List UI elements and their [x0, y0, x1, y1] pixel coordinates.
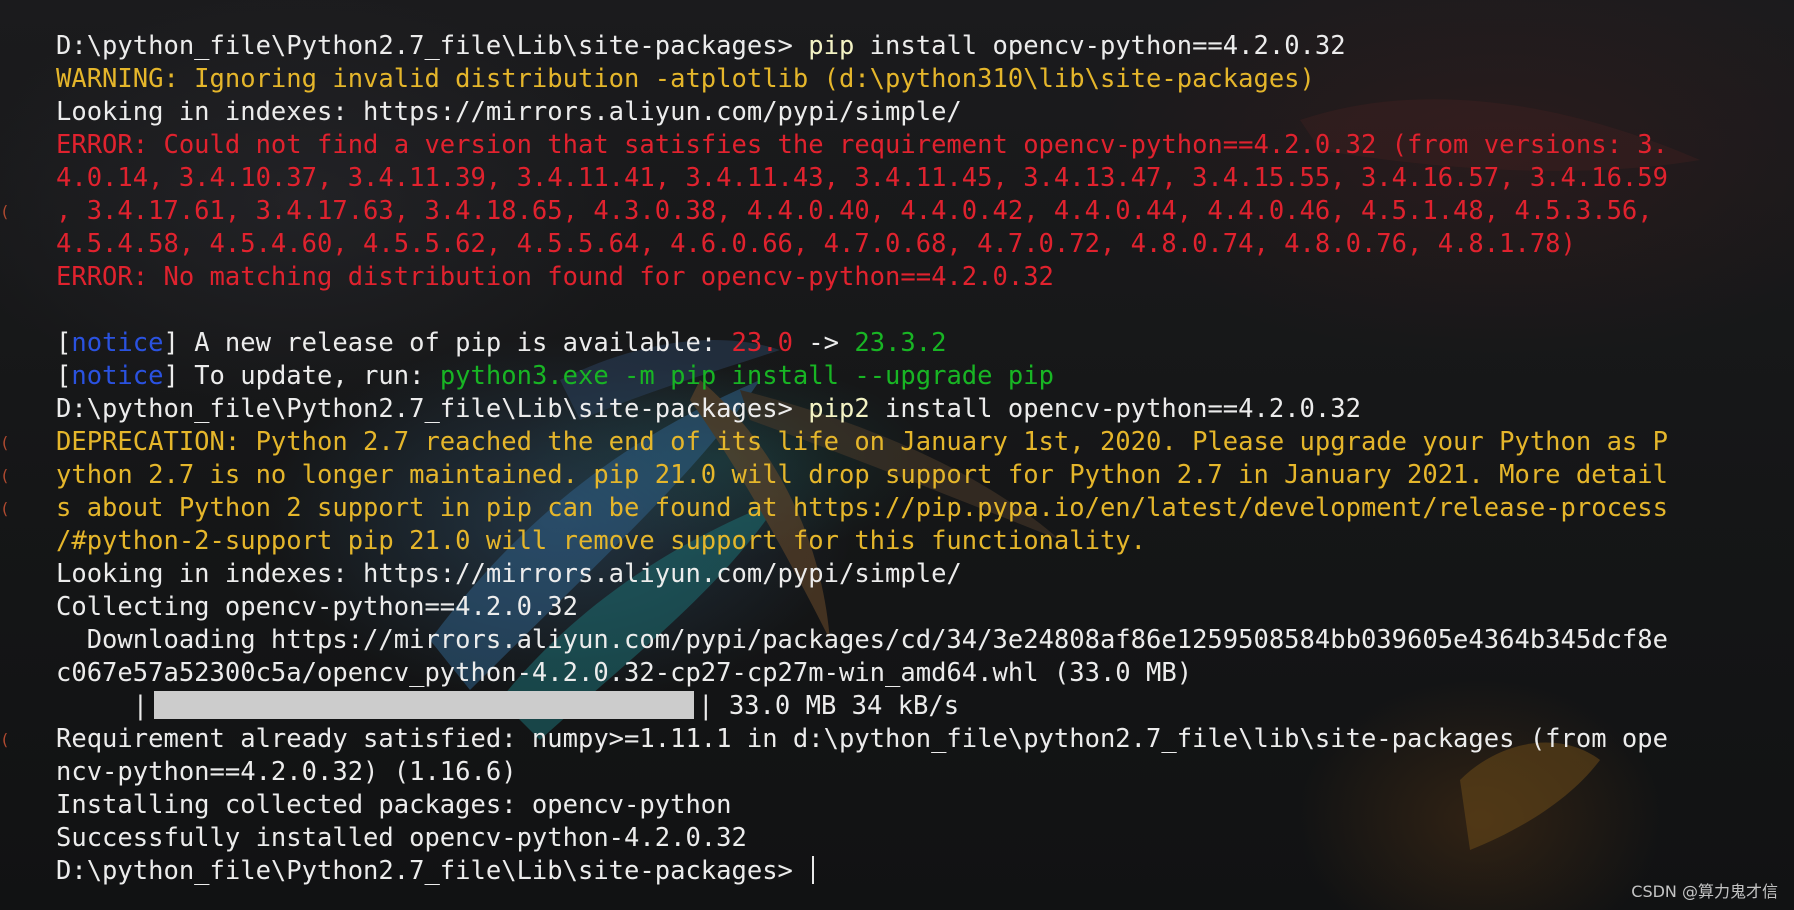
terminal-line: D:\python_file\Python2.7_file\Lib\site-p…	[56, 855, 1794, 888]
terminal-line: WARNING: Ignoring invalid distribution -…	[56, 63, 1794, 96]
terminal-text: ncv-python==4.2.0.32) (1.16.6)	[56, 757, 517, 787]
download-progress-fill	[154, 691, 695, 719]
terminal-text: 23.0	[731, 328, 793, 358]
edge-glyph: (	[0, 433, 10, 452]
terminal-text: D:\python_file\Python2.7_file\Lib\site-p…	[56, 856, 809, 886]
terminal-line: 4.0.14, 3.4.10.37, 3.4.11.39, 3.4.11.41,…	[56, 162, 1794, 195]
terminal-line: Downloading https://mirrors.aliyun.com/p…	[56, 624, 1794, 657]
terminal-line: Collecting opencv-python==4.2.0.32	[56, 591, 1794, 624]
terminal-text: | 33.0 MB 34 kB/s	[698, 691, 960, 721]
terminal-line: Installing collected packages: opencv-py…	[56, 789, 1794, 822]
terminal-line: ERROR: No matching distribution found fo…	[56, 261, 1794, 294]
terminal-text: ERROR: Could not find a version that sat…	[56, 130, 1668, 160]
edge-glyph	[0, 162, 8, 195]
edge-glyph	[0, 294, 8, 327]
terminal-text: ] To update, run:	[163, 361, 440, 391]
terminal-text: [	[56, 328, 72, 358]
terminal-text: , 3.4.17.61, 3.4.17.63, 3.4.18.65, 4.3.0…	[56, 196, 1668, 226]
terminal-line: ython 2.7 is no longer maintained. pip 2…	[56, 459, 1794, 492]
edge-glyph	[0, 690, 8, 723]
edge-glyph	[0, 261, 8, 294]
edge-glyph	[0, 657, 8, 690]
terminal-line: Requirement already satisfied: numpy>=1.…	[56, 723, 1794, 756]
terminal-line: Looking in indexes: https://mirrors.aliy…	[56, 558, 1794, 591]
terminal-line: c067e57a52300c5a/opencv_python-4.2.0.32-…	[56, 657, 1794, 690]
terminal-text: install opencv-python==4.2.0.32	[854, 31, 1346, 61]
terminal-text: |	[56, 691, 149, 721]
terminal-text: Collecting opencv-python==4.2.0.32	[56, 592, 578, 622]
edge-glyph	[0, 63, 8, 96]
terminal-text: notice	[71, 328, 164, 358]
edge-glyph: (	[0, 730, 10, 749]
edge-glyph	[0, 855, 8, 888]
terminal-text: /#python-2-support pip 21.0 will remove …	[56, 526, 1147, 556]
terminal-text: pip2	[808, 394, 870, 424]
terminal-text: Looking in indexes: https://mirrors.aliy…	[56, 97, 962, 127]
terminal-window[interactable]: ( ( ( ( ( D:\python_file\Python2.7_file\Lib\…	[0, 0, 1794, 910]
terminal-text: ] A new release of pip is available:	[163, 328, 732, 358]
edge-glyph	[0, 327, 8, 360]
edge-glyph	[0, 624, 8, 657]
terminal-line: ncv-python==4.2.0.32) (1.16.6)	[56, 756, 1794, 789]
terminal-line: /#python-2-support pip 21.0 will remove …	[56, 525, 1794, 558]
edge-glyph: (	[0, 202, 10, 221]
terminal-text: c067e57a52300c5a/opencv_python-4.2.0.32-…	[56, 658, 1193, 688]
edge-glyph	[0, 360, 8, 393]
download-progress-bar	[154, 691, 695, 719]
edge-glyph: (	[0, 466, 10, 485]
terminal-line: ERROR: Could not find a version that sat…	[56, 129, 1794, 162]
edge-glyph	[0, 129, 8, 162]
terminal-text: Looking in indexes: https://mirrors.aliy…	[56, 559, 962, 589]
edge-glyph	[0, 393, 8, 426]
terminal-text: D:\python_file\Python2.7_file\Lib\site-p…	[56, 31, 809, 61]
terminal-text: [	[56, 361, 72, 391]
edge-glyph	[0, 228, 8, 261]
terminal-text: 4.5.4.58, 4.5.4.60, 4.5.5.62, 4.5.5.64, …	[56, 229, 1576, 259]
terminal-text: Downloading https://mirrors.aliyun.com/p…	[56, 625, 1668, 655]
terminal-text: install opencv-python==4.2.0.32	[869, 394, 1361, 424]
terminal-line: 4.5.4.58, 4.5.4.60, 4.5.5.62, 4.5.5.64, …	[56, 228, 1794, 261]
terminal-text: Installing collected packages: opencv-py…	[56, 790, 732, 820]
edge-glyph-column: ( ( ( ( (	[0, 30, 10, 888]
terminal-text: pip	[808, 31, 855, 61]
terminal-line: D:\python_file\Python2.7_file\Lib\site-p…	[56, 393, 1794, 426]
terminal-text: ython 2.7 is no longer maintained. pip 2…	[56, 460, 1668, 490]
terminal-line: DEPRECATION: Python 2.7 reached the end …	[56, 426, 1794, 459]
terminal-text: D:\python_file\Python2.7_file\Lib\site-p…	[56, 394, 809, 424]
terminal-output[interactable]: D:\python_file\Python2.7_file\Lib\site-p…	[56, 30, 1794, 888]
terminal-line: [notice] A new release of pip is availab…	[56, 327, 1794, 360]
terminal-text: Successfully installed opencv-python-4.2…	[56, 823, 747, 853]
edge-glyph	[0, 558, 8, 591]
edge-glyph	[0, 525, 8, 558]
edge-glyph	[0, 756, 8, 789]
terminal-line: Looking in indexes: https://mirrors.aliy…	[56, 96, 1794, 129]
watermark: CSDN @算力鬼才信	[1631, 882, 1778, 901]
terminal-text: Requirement already satisfied: numpy>=1.…	[56, 724, 1668, 754]
edge-glyph	[0, 30, 8, 63]
terminal-text: DEPRECATION: Python 2.7 reached the end …	[56, 427, 1668, 457]
edge-glyph	[0, 96, 8, 129]
terminal-line: s about Python 2 support in pip can be f…	[56, 492, 1794, 525]
edge-glyph	[0, 789, 8, 822]
terminal-line: D:\python_file\Python2.7_file\Lib\site-p…	[56, 30, 1794, 63]
terminal-line: Successfully installed opencv-python-4.2…	[56, 822, 1794, 855]
terminal-line: , 3.4.17.61, 3.4.17.63, 3.4.18.65, 4.3.0…	[56, 195, 1794, 228]
terminal-text: s about Python 2 support in pip can be f…	[56, 493, 1668, 523]
text-cursor[interactable]	[812, 856, 815, 884]
edge-glyph	[0, 822, 8, 855]
terminal-text: 23.3.2	[854, 328, 947, 358]
terminal-text: ERROR: No matching distribution found fo…	[56, 262, 1054, 292]
edge-glyph	[0, 591, 8, 624]
terminal-line: [notice] To update, run: python3.exe -m …	[56, 360, 1794, 393]
terminal-text: 4.0.14, 3.4.10.37, 3.4.11.39, 3.4.11.41,…	[56, 163, 1668, 193]
terminal-text: notice	[71, 361, 164, 391]
terminal-text: python3.exe -m pip install --upgrade pip	[439, 361, 1054, 391]
terminal-text: WARNING: Ignoring invalid distribution -…	[56, 64, 1315, 94]
terminal-line: | | 33.0 MB 34 kB/s	[56, 690, 1794, 723]
edge-glyph: (	[0, 499, 10, 518]
terminal-text: ->	[792, 328, 855, 358]
